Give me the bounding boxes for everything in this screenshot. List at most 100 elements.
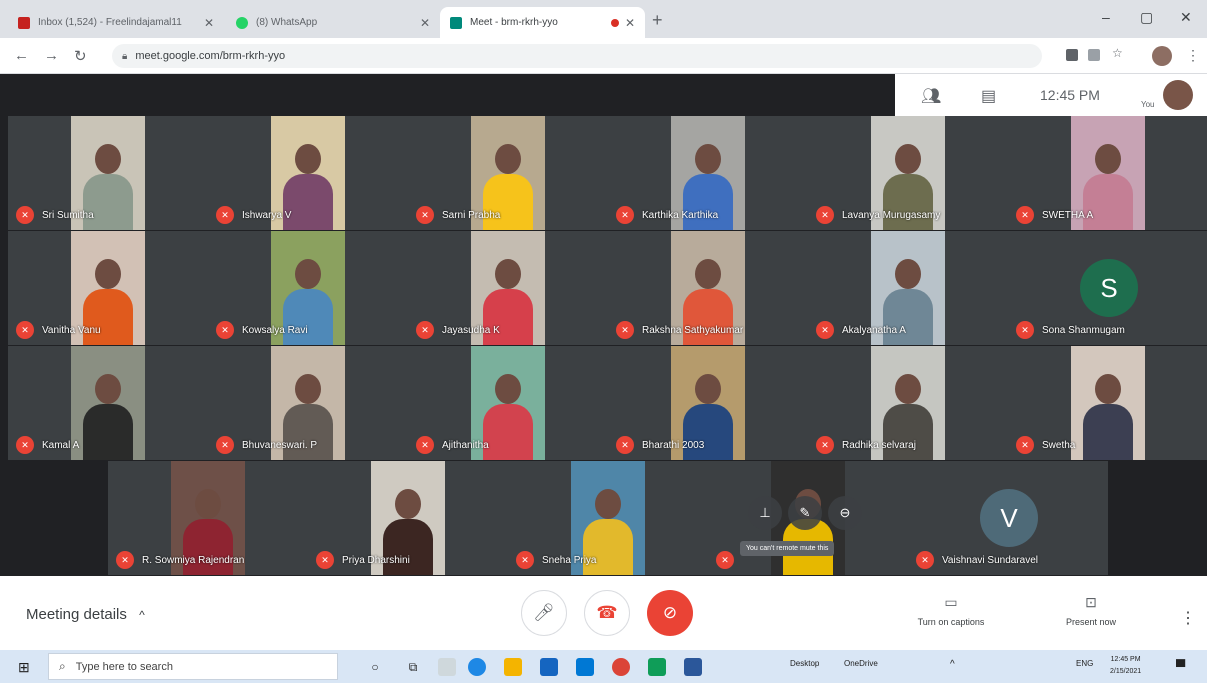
video-person-head — [895, 259, 921, 289]
video-person-head — [495, 374, 521, 404]
present-now-button[interactable]: ⊡ Present now — [1046, 594, 1136, 627]
address-bar: ← → ↻ 🔒︎ meet.google.com/brm-rkrh-yyo ☆ … — [0, 38, 1207, 74]
file-explorer-icon[interactable] — [504, 658, 522, 676]
participant-tile[interactable]: ✕ Vanitha Vanu — [8, 231, 208, 345]
close-window-button[interactable]: ✕ — [1180, 9, 1192, 26]
taskbar-time: 12:45 PM — [1110, 656, 1141, 663]
video-person-head — [895, 144, 921, 174]
close-tab-icon[interactable]: ✕ — [204, 16, 214, 30]
participant-tile[interactable]: ✕ Sarni Prabha — [408, 116, 608, 230]
participant-name-row: ✕ R. Sowmiya Rajendran — [116, 551, 244, 569]
participant-name: Sona Shanmugam — [1042, 324, 1125, 336]
cortana-icon[interactable]: ○ — [366, 658, 384, 676]
url-field[interactable]: 🔒︎ meet.google.com/brm-rkrh-yyo — [112, 44, 1042, 68]
store-icon[interactable] — [540, 658, 558, 676]
reload-icon[interactable]: ↻ — [74, 47, 87, 65]
participant-tile[interactable]: ✕ Ishwarya V — [208, 116, 408, 230]
self-view-avatar[interactable] — [1163, 80, 1193, 110]
taskbar-app-icon[interactable] — [438, 658, 456, 676]
participant-name-row: ✕ Kowsalya Ravi — [216, 321, 308, 339]
onedrive-toolbar[interactable]: OneDrive — [844, 659, 878, 668]
chat-icon[interactable]: ▤ — [981, 86, 996, 106]
participant-tile[interactable]: ✕ R. Sowmiya Rajendran — [108, 461, 308, 575]
participant-tile[interactable]: V ✕ Vaishnavi Sundaravel — [908, 461, 1108, 575]
tab-gmail[interactable]: Inbox (1,524) - Freelindajamal11 ✕ — [8, 7, 224, 38]
more-options-icon[interactable]: ⋮ — [1180, 608, 1196, 628]
participant-tile[interactable]: ✕ Sneha Priya — [508, 461, 708, 575]
edge-icon[interactable] — [468, 658, 486, 676]
participant-tile[interactable]: ✕ Kamal A — [8, 346, 208, 460]
camera-off-button[interactable]: ⊘ — [647, 590, 693, 636]
pin-icon[interactable]: ⊥ — [748, 496, 782, 530]
windows-start-icon[interactable]: ⊞ — [18, 659, 30, 676]
participant-tile[interactable]: ✕ Bhuvaneswari. P — [208, 346, 408, 460]
participant-tile[interactable]: ✕ Bharathi 2003 — [608, 346, 808, 460]
profile-avatar[interactable] — [1152, 46, 1172, 66]
participant-tile[interactable]: ✕ SWETHA A — [1008, 116, 1207, 230]
participant-name: Vaishnavi Sundaravel — [942, 554, 1038, 566]
mic-muted-icon: ✕ — [616, 321, 634, 339]
participant-tile[interactable]: ✕ Swetha — [1008, 346, 1207, 460]
forward-icon[interactable]: → — [44, 47, 59, 64]
video-person-head — [1095, 144, 1121, 174]
participant-tile[interactable]: S ✕ Sona Shanmugam — [1008, 231, 1207, 345]
participant-name: Bharathi 2003 — [642, 439, 705, 451]
word-icon[interactable] — [684, 658, 702, 676]
close-tab-icon[interactable]: ✕ — [420, 16, 430, 30]
mute-mic-icon[interactable]: ✎ — [788, 496, 822, 530]
participant-name-row: ✕ Kamal A — [16, 436, 79, 454]
remove-icon[interactable]: ⊖ — [828, 496, 862, 530]
participant-name: Rakshna Sathyakumar — [642, 324, 744, 336]
minimize-button[interactable]: – — [1102, 9, 1110, 25]
taskbar-clock[interactable]: 12:45 PM 2/15/2021 — [1110, 654, 1141, 678]
participant-tile[interactable]: ✕ Ajithanitha — [408, 346, 608, 460]
people-icon[interactable]: 👥︎ — [921, 86, 941, 106]
mic-muted-icon: ✕ — [116, 551, 134, 569]
mic-muted-icon: ✕ — [716, 551, 734, 569]
participant-name: Kowsalya Ravi — [242, 324, 308, 336]
participant-name-row: ✕ Sona Shanmugam — [1016, 321, 1125, 339]
excel-icon[interactable] — [648, 658, 666, 676]
tray-chevron-icon[interactable]: ^ — [950, 659, 955, 670]
whatsapp-icon — [236, 16, 248, 29]
participant-tile[interactable]: ✕ Rakshna Sathyakumar — [608, 231, 808, 345]
participant-tile[interactable]: ✕ Akalyanatha A — [808, 231, 1008, 345]
taskbar-search[interactable]: ⌕ Type here to search — [48, 653, 338, 680]
browser-menu-icon[interactable]: ⋮ — [1186, 47, 1200, 64]
mic-muted-icon: ✕ — [216, 321, 234, 339]
new-tab-button[interactable]: + — [652, 10, 663, 31]
video-person-head — [1095, 374, 1121, 404]
camera-icon[interactable] — [1066, 49, 1078, 61]
participant-tile[interactable]: ✕ Jayasudha K — [408, 231, 608, 345]
participant-name-row: ✕ Jayasudha K — [416, 321, 500, 339]
tab-whatsapp[interactable]: (8) WhatsApp ✕ — [226, 7, 440, 38]
chrome-icon[interactable] — [612, 658, 630, 676]
video-person-head — [695, 374, 721, 404]
desktop-toolbar[interactable]: Desktop — [790, 659, 819, 668]
meeting-details-button[interactable]: Meeting details ^ — [26, 606, 145, 623]
participant-tile[interactable]: ✕ Kowsalya Ravi — [208, 231, 408, 345]
video-person-head — [495, 259, 521, 289]
microphone-button[interactable]: 🎤︎ — [521, 590, 567, 636]
mail-icon[interactable] — [576, 658, 594, 676]
task-view-icon[interactable]: ⧉ — [404, 658, 422, 676]
meeting-clock: 12:45 PM — [1040, 87, 1100, 103]
mic-muted-icon: ✕ — [516, 551, 534, 569]
participant-tile[interactable]: ✕ Lavanya Murugasamy — [808, 116, 1008, 230]
maximize-button[interactable]: ▢ — [1140, 9, 1153, 26]
meeting-details-label: Meeting details — [26, 606, 127, 623]
back-icon[interactable]: ← — [14, 47, 29, 64]
participant-tile[interactable]: ✕ Priya Dharshini — [308, 461, 508, 575]
language-indicator[interactable]: ENG — [1076, 659, 1093, 668]
participant-tile[interactable]: ✕ Karthika Karthika — [608, 116, 808, 230]
participant-tile[interactable]: ✕ Radhika selvaraj — [808, 346, 1008, 460]
extension-icon[interactable] — [1088, 49, 1100, 61]
participant-tile[interactable]: ✕ Sri Sumitha — [8, 116, 208, 230]
captions-button[interactable]: ▭ Turn on captions — [906, 594, 996, 627]
notification-icon[interactable]: ▀ — [1176, 659, 1185, 674]
leave-call-button[interactable]: ☎ — [584, 590, 630, 636]
tab-meet[interactable]: Meet - brm-rkrh-yyo ✕ — [440, 7, 645, 38]
star-icon[interactable]: ☆ — [1112, 46, 1124, 60]
close-tab-icon[interactable]: ✕ — [625, 16, 635, 30]
participant-name: SWETHA A — [1042, 209, 1094, 221]
